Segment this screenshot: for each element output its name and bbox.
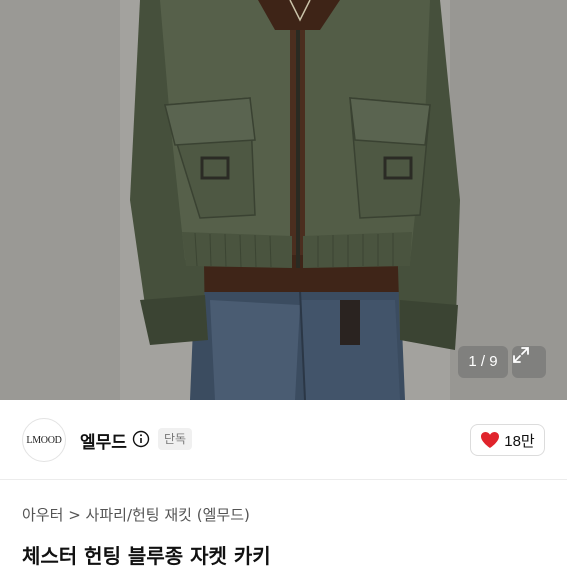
- exclusive-badge: 단독: [158, 428, 193, 450]
- info-icon[interactable]: [132, 430, 150, 448]
- expand-button[interactable]: [512, 346, 546, 378]
- breadcrumb-parent[interactable]: 아우터: [22, 506, 63, 524]
- like-count: 18만: [504, 432, 535, 450]
- heart-icon: [481, 432, 500, 448]
- product-photo[interactable]: 1 / 9: [0, 0, 567, 400]
- breadcrumb-child[interactable]: 사파리/헌팅 재킷 (엘무드): [86, 506, 250, 524]
- counter-total: 9: [489, 353, 498, 370]
- product-title: 체스터 헌팅 블루종 자켓 카키: [22, 544, 271, 567]
- counter-separator: /: [480, 353, 486, 370]
- seller-row: LMOOD 엘무드 단독 18만: [0, 400, 567, 480]
- seller-name[interactable]: 엘무드: [80, 428, 127, 453]
- breadcrumb-separator: >: [68, 506, 81, 524]
- seller-logo-text: LMOOD: [26, 434, 62, 446]
- breadcrumb: 아우터 > 사파리/헌팅 재킷 (엘무드): [22, 504, 250, 525]
- jacket-illustration: [0, 0, 567, 400]
- image-counter: 1 / 9: [458, 346, 508, 378]
- expand-icon: [513, 347, 529, 363]
- like-button[interactable]: 18만: [470, 424, 545, 456]
- counter-current: 1: [468, 353, 477, 370]
- seller-logo[interactable]: LMOOD: [22, 418, 66, 462]
